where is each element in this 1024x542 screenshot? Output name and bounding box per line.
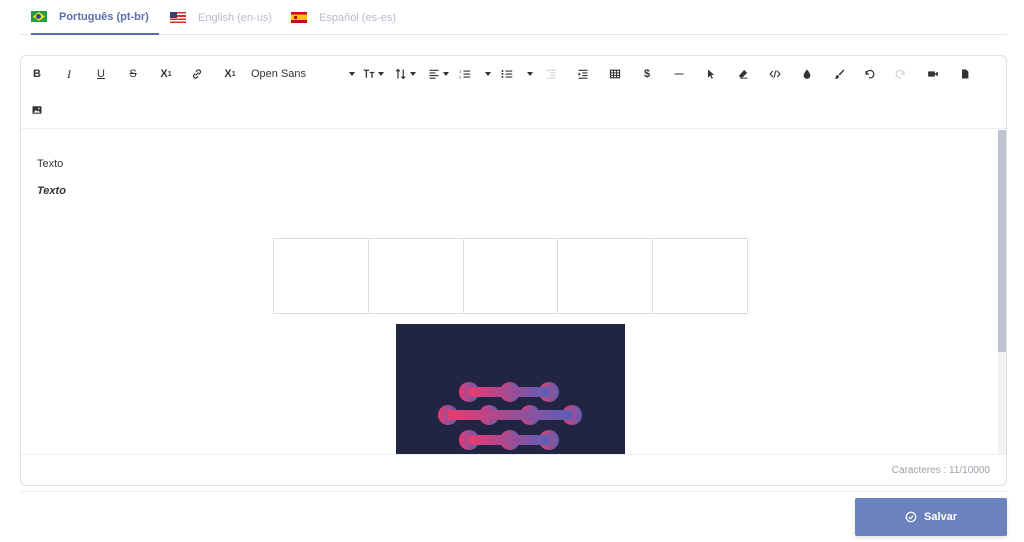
svg-text:2: 2 (459, 76, 462, 80)
tab-label: Português (pt-br) (59, 10, 149, 23)
unordered-list-icon (501, 70, 513, 78)
dollar-icon: $ (643, 68, 651, 80)
line-height-icon (395, 68, 406, 80)
table-cell[interactable] (652, 238, 748, 314)
horizontal-line-icon (674, 73, 684, 75)
table-button[interactable] (607, 64, 623, 84)
undo-icon (865, 69, 875, 79)
underline-button[interactable]: U (93, 64, 109, 84)
insert-video-button[interactable] (925, 64, 941, 84)
font-family-select[interactable]: Open Sans (251, 64, 355, 84)
redo-icon (895, 69, 905, 79)
link-button[interactable] (189, 64, 205, 84)
chevron-down-icon (377, 72, 384, 76)
indent-button[interactable] (575, 64, 591, 84)
eraser-icon (738, 69, 748, 79)
insert-image-button[interactable] (29, 100, 45, 120)
file-icon (962, 69, 969, 79)
italic-label: I (67, 66, 71, 81)
editor-scrollbar-thumb[interactable] (998, 130, 1006, 352)
table-cell[interactable] (367, 238, 464, 314)
editor-content[interactable]: Texto Texto (21, 130, 999, 454)
superscript-label: X (224, 68, 232, 80)
strikethrough-button[interactable]: S (125, 64, 141, 84)
bold-label: B (33, 68, 41, 80)
rich-text-editor: B I U S X1 X1 Open Sans 12 $ Texto Texto… (20, 55, 1007, 486)
indent-icon (578, 69, 588, 79)
superscript-mark: 1 (231, 70, 236, 78)
tab-label: English (en-us) (198, 11, 272, 24)
outdent-icon (546, 69, 556, 79)
table-row (273, 238, 748, 314)
color-drop-icon (803, 69, 811, 79)
insert-file-button[interactable] (957, 64, 973, 84)
align-button[interactable] (426, 64, 450, 84)
background-color-button[interactable] (831, 64, 847, 84)
subscript-label: X (160, 68, 168, 80)
undo-button[interactable] (861, 64, 877, 84)
chevron-down-icon (527, 72, 533, 76)
paragraph-bold-italic-text: Texto (37, 185, 66, 197)
redo-button[interactable] (893, 64, 909, 84)
code-icon (769, 70, 781, 78)
editor-toolbar: B I U S X1 X1 Open Sans 12 $ (21, 56, 1006, 129)
select-all-button[interactable] (703, 64, 719, 84)
font-family-value: Open Sans (251, 68, 307, 80)
line-height-button[interactable] (393, 64, 417, 84)
font-size-button[interactable] (361, 64, 385, 84)
divider (20, 491, 1007, 492)
brazil-flag-icon (31, 11, 47, 22)
save-button[interactable]: Salvar (855, 498, 1007, 536)
ordered-list-icon: 12 (459, 70, 471, 80)
subscript-button[interactable]: X1 (157, 64, 175, 84)
content-table[interactable] (273, 238, 748, 314)
bold-button[interactable]: B (29, 64, 45, 84)
video-icon (928, 71, 938, 77)
save-label: Salvar (923, 511, 958, 523)
table-cell[interactable] (557, 238, 654, 314)
tab-english[interactable]: English (en-us) (170, 0, 272, 35)
cursor-icon (708, 69, 714, 79)
language-tabs: Português (pt-br) English (en-us) Españo… (20, 0, 1007, 35)
tab-label: Español (es-es) (319, 11, 397, 24)
brush-icon (834, 69, 845, 79)
svg-text:1: 1 (459, 70, 462, 74)
table-cell[interactable] (462, 238, 559, 314)
unordered-list-button[interactable] (501, 64, 533, 84)
strike-label: S (129, 68, 137, 80)
chevron-down-icon (349, 72, 355, 76)
content-image[interactable] (396, 324, 625, 454)
link-icon (192, 69, 202, 79)
chevron-down-icon (485, 72, 491, 76)
character-count: Caracteres : 11/10000 (891, 465, 990, 476)
outdent-button[interactable] (543, 64, 559, 84)
chevron-down-icon (442, 72, 449, 76)
text-color-button[interactable] (799, 64, 815, 84)
horizontal-line-button[interactable] (671, 64, 687, 84)
table-cell[interactable] (273, 238, 369, 314)
clear-format-button[interactable] (735, 64, 751, 84)
check-circle-icon (905, 511, 917, 523)
code-view-button[interactable] (767, 64, 783, 84)
usa-flag-icon (170, 12, 186, 23)
subscript-mark: 1 (167, 70, 172, 78)
superscript-button[interactable]: X1 (221, 64, 239, 84)
tab-espanol[interactable]: Español (es-es) (291, 0, 396, 35)
font-size-icon (363, 69, 374, 78)
spain-flag-icon (291, 12, 307, 23)
paragraph-text: Texto (37, 158, 64, 170)
align-left-icon (429, 69, 438, 79)
tab-portugues[interactable]: Português (pt-br) (31, 0, 159, 35)
ordered-list-button[interactable]: 12 (459, 64, 491, 84)
editor-statusbar: Caracteres : 11/10000 (21, 454, 1006, 485)
image-icon (32, 106, 42, 114)
underline-label: U (97, 68, 105, 80)
italic-button[interactable]: I (61, 64, 77, 84)
table-icon (609, 69, 621, 79)
chevron-down-icon (409, 72, 416, 76)
logo-graphic (438, 382, 582, 450)
special-character-button[interactable]: $ (639, 64, 655, 84)
